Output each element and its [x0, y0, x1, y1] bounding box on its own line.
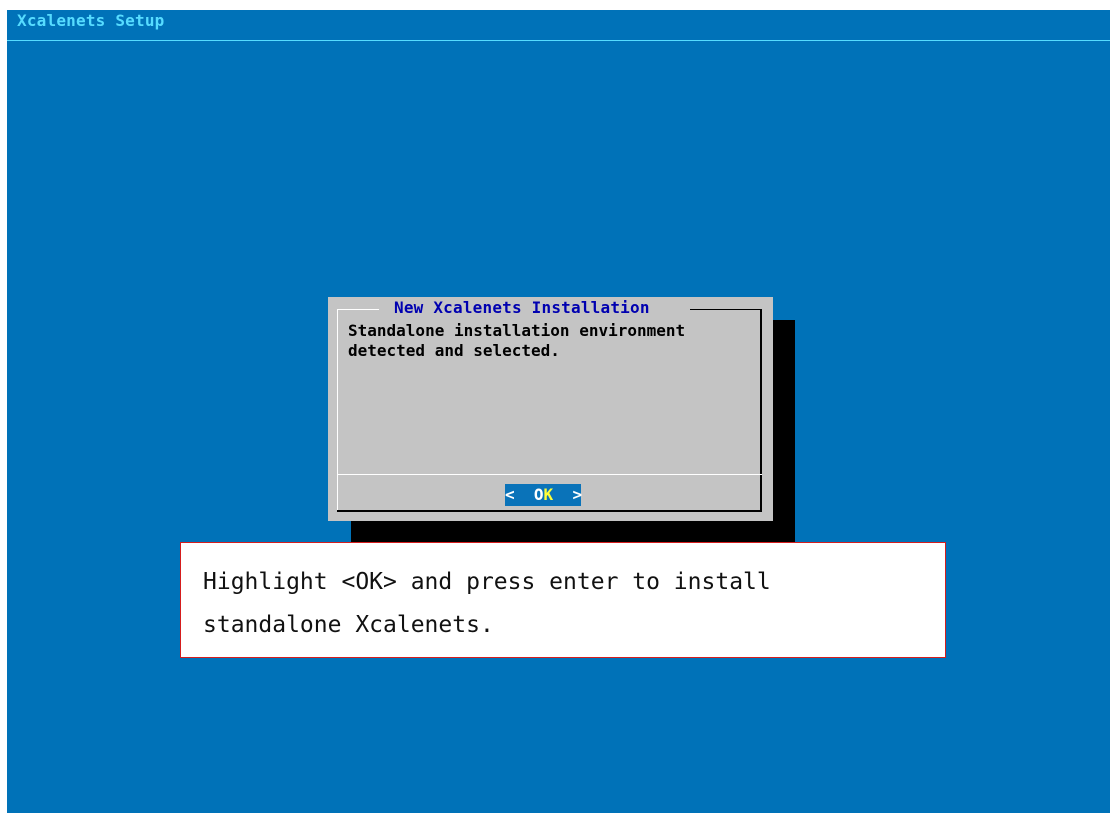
ok-right-bracket: >: [572, 485, 583, 504]
dialog-frame-top-left: [337, 309, 379, 310]
dialog-button-divider: [337, 474, 762, 475]
instruction-line-2: standalone Xcalenets.: [203, 612, 494, 638]
dialog-message-line-2: detected and selected.: [348, 341, 560, 360]
dialog-frame-left: [337, 309, 338, 511]
dialog-title: New Xcalenets Installation: [394, 298, 650, 317]
instruction-callout: Highlight <OK> and press enter to instal…: [180, 542, 946, 658]
ok-left-bracket: <: [505, 485, 515, 504]
ok-button[interactable]: < OK >: [505, 484, 583, 506]
dialog-frame-top-right: [690, 309, 760, 310]
dialog-message-line-1: Standalone installation environment: [348, 321, 686, 340]
instruction-line-1: Highlight <OK> and press enter to instal…: [203, 569, 771, 595]
instruction-text: Highlight <OK> and press enter to instal…: [203, 561, 933, 647]
setup-title: Xcalenets Setup: [17, 11, 165, 30]
ok-hotkey: K: [543, 485, 554, 504]
ok-label-prefix: O: [533, 485, 544, 504]
dialog-frame-bottom: [337, 510, 762, 512]
dialog-message: Standalone installation environment dete…: [348, 321, 758, 361]
setup-screen: Xcalenets Setup New Xcalenets Installati…: [7, 10, 1110, 813]
installation-dialog: New Xcalenets Installation Standalone in…: [328, 297, 773, 521]
dialog-frame-right: [760, 309, 762, 511]
title-divider: [7, 40, 1110, 41]
